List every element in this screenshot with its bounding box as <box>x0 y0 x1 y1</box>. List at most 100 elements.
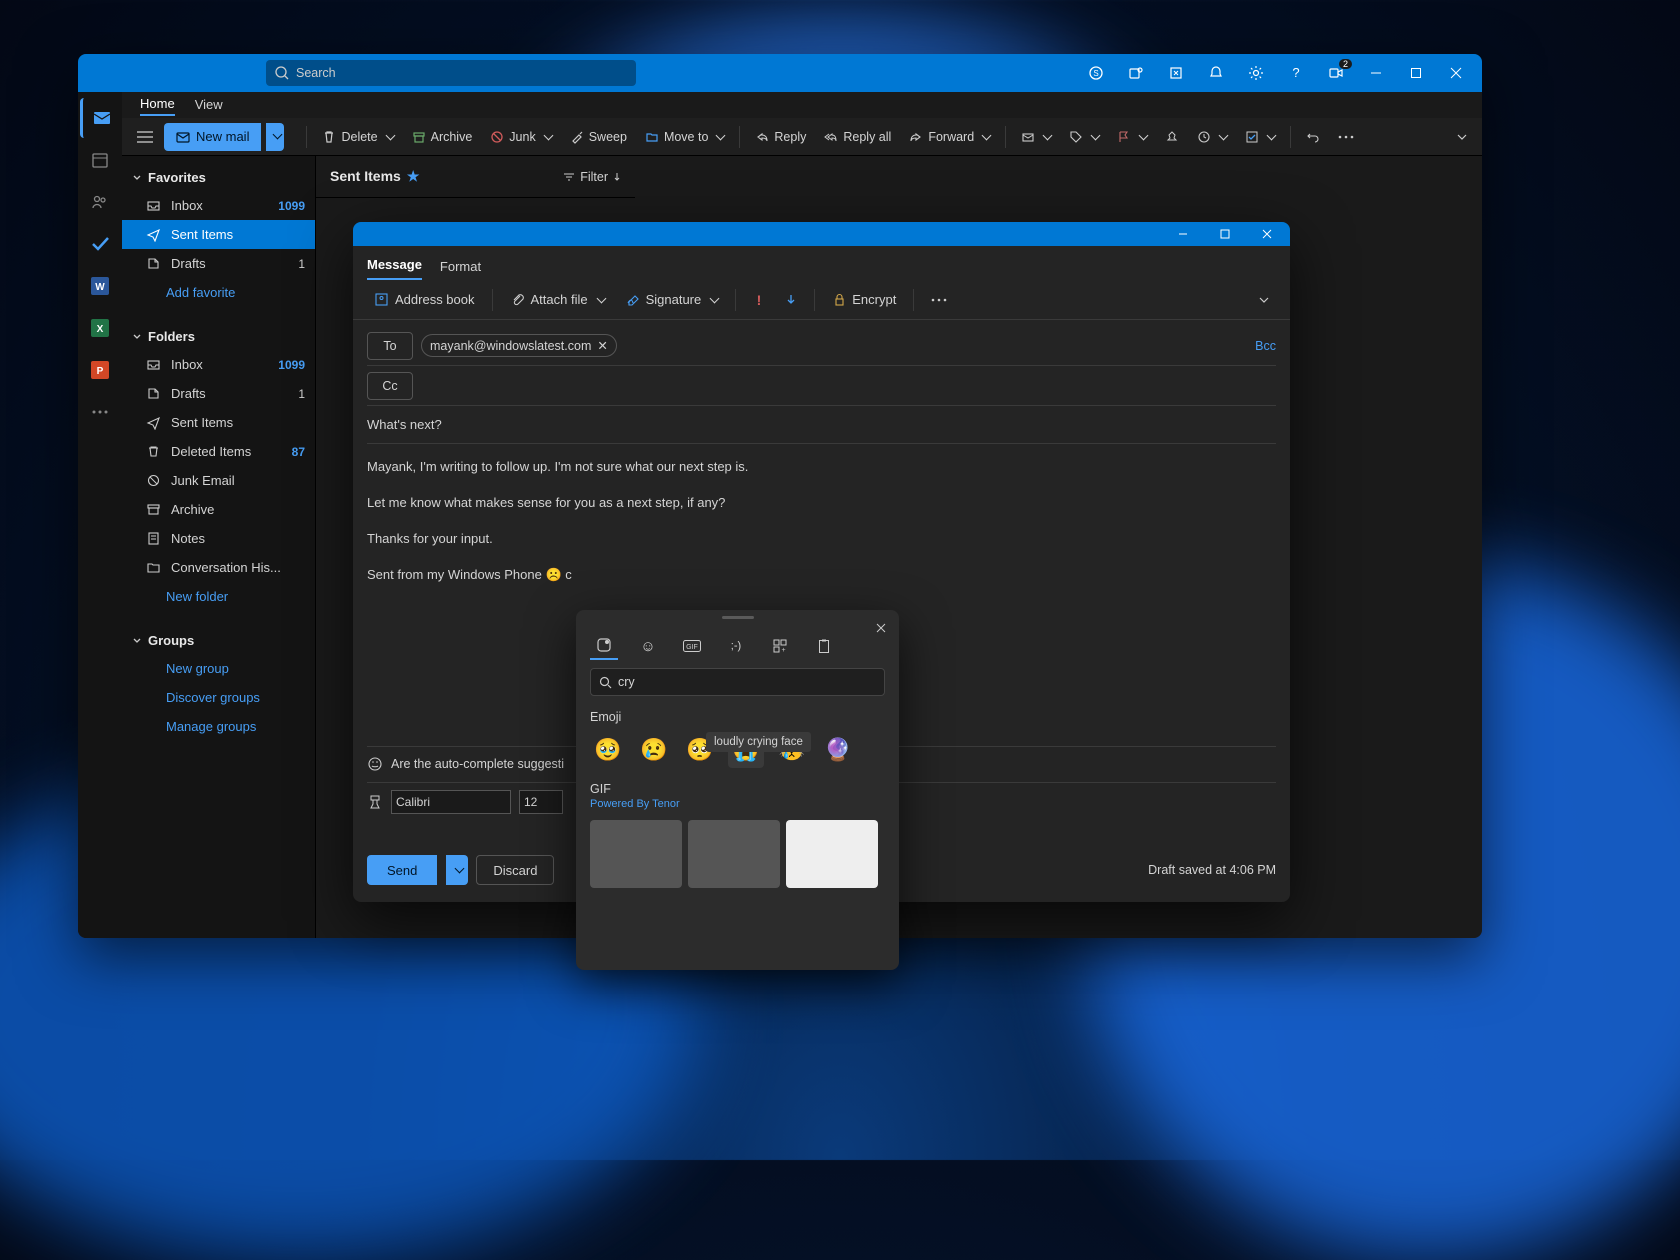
sidebar-folder-sent[interactable]: Sent Items <box>122 408 315 437</box>
flag-button[interactable] <box>1110 126 1154 148</box>
compose-minimize-button[interactable] <box>1162 222 1204 246</box>
gif-result[interactable] <box>786 820 878 888</box>
compose-collapse-button[interactable] <box>1252 293 1276 307</box>
search-input[interactable]: Search <box>266 60 636 86</box>
meet-now-icon[interactable]: 2 <box>1318 55 1354 91</box>
tab-home[interactable]: Home <box>140 93 175 116</box>
importance-high-button[interactable]: ! <box>746 289 772 311</box>
message-body[interactable]: Mayank, I'm writing to follow up. I'm no… <box>367 444 1276 586</box>
sidebar-item-drafts[interactable]: Drafts1 <box>122 249 315 278</box>
move-to-button[interactable]: Move to <box>638 126 731 148</box>
recipient-pill[interactable]: mayank@windowslatest.com✕ <box>421 334 617 357</box>
filter-button[interactable]: Filter <box>563 170 621 184</box>
cc-field-row[interactable]: Cc <box>367 366 1276 406</box>
sidebar-folder-drafts[interactable]: Drafts1 <box>122 379 315 408</box>
emoji-cat-symbols-icon[interactable]: + <box>766 632 794 660</box>
discard-button[interactable]: Discard <box>476 855 554 885</box>
reply-all-button[interactable]: Reply all <box>817 126 898 148</box>
forward-button[interactable]: Forward <box>902 126 997 148</box>
emoji-search-input[interactable] <box>590 668 885 696</box>
sidebar-folder-deleted[interactable]: Deleted Items87 <box>122 437 315 466</box>
pin-button[interactable] <box>1158 126 1186 148</box>
format-painter-icon[interactable] <box>367 794 383 810</box>
rail-calendar-icon[interactable] <box>80 140 120 180</box>
ribbon-collapse-button[interactable] <box>1450 125 1474 149</box>
read-unread-button[interactable] <box>1014 126 1058 148</box>
reply-button[interactable]: Reply <box>748 126 813 148</box>
favorite-star-icon[interactable]: ★ <box>407 168 420 184</box>
sidebar-folder-junk[interactable]: Junk Email <box>122 466 315 495</box>
rail-excel-icon[interactable]: X <box>80 308 120 348</box>
signature-button[interactable]: Signature <box>618 288 726 311</box>
teams-icon[interactable] <box>1118 55 1154 91</box>
compose-tab-message[interactable]: Message <box>367 251 422 280</box>
rail-mail-icon[interactable] <box>80 98 120 138</box>
manage-groups-link[interactable]: Manage groups <box>122 712 315 741</box>
emoji-close-button[interactable] <box>869 616 893 640</box>
snooze-button[interactable] <box>1190 126 1234 148</box>
close-button[interactable] <box>1438 55 1474 91</box>
compose-close-button[interactable] <box>1246 222 1288 246</box>
groups-header[interactable]: Groups <box>122 627 315 654</box>
font-size-select[interactable] <box>519 790 563 814</box>
rail-powerpoint-icon[interactable]: P <box>80 350 120 390</box>
sweep-button[interactable]: Sweep <box>563 126 634 148</box>
send-dropdown[interactable] <box>446 855 468 885</box>
emoji-result[interactable]: 😢 <box>636 732 672 768</box>
rail-people-icon[interactable] <box>80 182 120 222</box>
attach-file-button[interactable]: Attach file <box>503 288 612 311</box>
more-ribbon-button[interactable] <box>1331 131 1361 143</box>
rail-more-icon[interactable] <box>80 392 120 432</box>
tips-icon[interactable] <box>1158 55 1194 91</box>
gif-result[interactable] <box>688 820 780 888</box>
tenor-link[interactable]: Powered By Tenor <box>576 798 899 816</box>
compose-more-button[interactable] <box>924 294 954 306</box>
rail-word-icon[interactable]: W <box>80 266 120 306</box>
delete-button[interactable]: Delete <box>315 126 400 148</box>
settings-icon[interactable] <box>1238 55 1274 91</box>
compose-maximize-button[interactable] <box>1204 222 1246 246</box>
importance-low-button[interactable] <box>778 289 804 311</box>
compose-tab-format[interactable]: Format <box>440 253 481 280</box>
undo-button[interactable] <box>1299 126 1327 148</box>
encrypt-button[interactable]: Encrypt <box>825 288 903 311</box>
new-mail-dropdown[interactable] <box>266 123 284 151</box>
sidebar-folder-conversation[interactable]: Conversation His... <box>122 553 315 582</box>
emoji-result[interactable]: 🔮 <box>820 732 856 768</box>
minimize-button[interactable] <box>1358 55 1394 91</box>
notifications-icon[interactable] <box>1198 55 1234 91</box>
quick-steps-button[interactable] <box>1238 126 1282 148</box>
new-mail-button[interactable]: New mail <box>164 123 261 151</box>
emoji-cat-smileys-icon[interactable]: ☺ <box>634 632 662 660</box>
emoji-cat-clipboard-icon[interactable] <box>810 632 838 660</box>
remove-recipient-icon[interactable]: ✕ <box>597 338 607 353</box>
sidebar-folder-notes[interactable]: Notes <box>122 524 315 553</box>
emoji-cat-gif-icon[interactable]: GIF <box>678 632 706 660</box>
new-folder-link[interactable]: New folder <box>122 582 315 611</box>
new-group-link[interactable]: New group <box>122 654 315 683</box>
sidebar-item-sent[interactable]: Sent Items <box>122 220 315 249</box>
emoji-cat-recent-icon[interactable] <box>590 632 618 660</box>
send-button[interactable]: Send <box>367 855 437 885</box>
address-book-button[interactable]: Address book <box>367 288 482 311</box>
discover-groups-link[interactable]: Discover groups <box>122 683 315 712</box>
folders-header[interactable]: Folders <box>122 323 315 350</box>
favorites-header[interactable]: Favorites <box>122 164 315 191</box>
bcc-link[interactable]: Bcc <box>1255 339 1276 353</box>
rail-todo-icon[interactable] <box>80 224 120 264</box>
tab-view[interactable]: View <box>195 94 223 115</box>
gif-result[interactable] <box>590 820 682 888</box>
junk-button[interactable]: Junk <box>483 126 558 148</box>
maximize-button[interactable] <box>1398 55 1434 91</box>
help-icon[interactable]: ? <box>1278 55 1314 91</box>
sidebar-folder-archive[interactable]: Archive <box>122 495 315 524</box>
sidebar-item-inbox[interactable]: Inbox1099 <box>122 191 315 220</box>
emoji-result[interactable]: 🥹 <box>590 732 626 768</box>
cc-button[interactable]: Cc <box>367 372 413 400</box>
add-favorite-link[interactable]: Add favorite <box>122 278 315 307</box>
tag-button[interactable] <box>1062 126 1106 148</box>
subject-field[interactable]: What's next? <box>367 406 1276 444</box>
emoji-cat-kaomoji-icon[interactable]: ;-) <box>722 632 750 660</box>
archive-button[interactable]: Archive <box>405 126 480 148</box>
to-button[interactable]: To <box>367 332 413 360</box>
